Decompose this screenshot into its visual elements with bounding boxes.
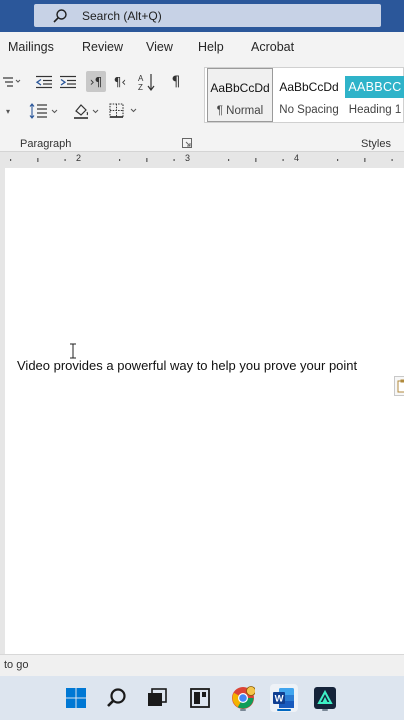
task-view-icon [148,688,167,706]
style-preview: AaBbCcDd [279,80,339,94]
ribbon-tabs: Mailings Review View Help Acrobat [0,32,404,62]
line-spacing-icon [29,103,58,119]
ruler-tick [364,158,366,162]
multilevel-list-button[interactable] [0,72,22,92]
style-name: No Spacing [279,104,339,116]
svg-text:Z: Z [138,83,143,92]
ruler-tick [37,158,39,162]
widgets-icon [190,688,210,708]
multilevel-list-icon [3,77,21,87]
svg-text:W: W [275,694,284,705]
ruler-tick [119,159,121,161]
line-spacing-button[interactable] [28,101,60,121]
style-normal[interactable]: AaBbCcDd ¶ Normal [207,68,273,122]
show-formatting-button[interactable]: ¶ [166,72,186,92]
ruler-tick [282,159,284,161]
right-to-left-icon: ¶‹ [113,75,127,89]
chrome-button[interactable] [229,684,257,712]
borders-button[interactable] [108,101,140,121]
word-button[interactable]: W [270,684,298,712]
search-icon [107,688,126,707]
ruler-ticks [10,158,393,162]
running-indicator [240,709,246,711]
chrome-icon [232,686,255,709]
windows-start-icon [66,688,86,708]
text-cursor-icon [70,343,76,359]
ruler-mark: 3 [185,153,191,163]
status-text: to go [4,659,29,671]
chevron-down-icon: ▾ [5,106,10,116]
horizontal-ruler[interactable]: 2 3 4 [6,152,404,168]
shading-button[interactable] [72,101,102,121]
filmora-icon [314,687,336,709]
styles-gallery: AaBbCcDd ¶ Normal AaBbCcDd No Spacing AA… [204,67,404,123]
paragraph-group-label: Paragraph [20,138,72,150]
decrease-indent-icon [35,75,52,89]
styles-group-label: Styles [361,138,391,150]
increase-indent-icon [60,75,76,89]
style-name: Heading 1 [348,104,402,116]
start-button[interactable] [62,684,90,712]
tab-view[interactable]: View [146,40,173,54]
svg-text:A: A [138,74,144,83]
document-text[interactable]: Video provides a powerful way to help yo… [17,358,357,373]
ruler-tick [64,159,66,161]
ruler-mark: 2 [76,153,82,163]
search-placeholder: Search (Alt+Q) [82,8,162,23]
style-no-spacing[interactable]: AaBbCcDd No Spacing [275,68,343,122]
style-preview: AaBbCcDd [210,81,270,95]
left-to-right-icon: ›¶ [89,74,103,89]
style-heading-1[interactable]: AABBCC Heading 1 [345,68,404,122]
borders-icon [109,103,137,118]
paste-options-icon[interactable] [394,376,404,396]
shading-icon [74,104,99,119]
taskbar-search-button[interactable] [103,684,131,712]
ruler-tick [391,159,393,161]
style-name: ¶ Normal [216,105,264,117]
tab-help[interactable]: Help [198,40,224,54]
sort-icon: A Z [138,74,155,92]
taskbar: W [0,676,404,720]
running-indicator [322,709,328,711]
filmora-button[interactable] [311,684,339,712]
ruler-tick [228,159,230,161]
dialog-launcher-icon[interactable] [182,138,192,148]
ruler-tick [337,159,339,161]
ruler-mark: 4 [294,153,300,163]
decrease-indent-button[interactable] [34,72,54,92]
tab-mailings[interactable]: Mailings [8,40,54,54]
ruler-tick [146,158,148,162]
ribbon: ›¶ ¶‹ A Z ¶ ▾ AaBbCcDd ¶ Normal AaBbCcDd… [0,62,404,152]
task-view-button[interactable] [143,684,171,712]
ruler-tick [10,159,12,161]
increase-indent-button[interactable] [58,72,78,92]
active-indicator [277,709,291,711]
ruler-tick [173,159,175,161]
tab-acrobat[interactable]: Acrobat [251,40,294,54]
title-bar: Search (Alt+Q) [0,0,404,32]
search-icon [53,8,67,23]
word-icon: W [273,688,294,708]
search-box[interactable]: Search (Alt+Q) [34,4,381,27]
tab-review[interactable]: Review [82,40,123,54]
pilcrow-icon: ¶ [171,74,181,90]
widgets-button[interactable] [186,684,214,712]
align-dropdown[interactable]: ▾ [0,102,16,120]
left-to-right-button[interactable]: ›¶ [86,71,106,92]
document-page[interactable]: Video provides a powerful way to help yo… [5,168,404,654]
ruler-tick [255,158,257,162]
right-to-left-button[interactable]: ¶‹ [110,72,130,92]
style-preview: AABBCC [345,76,404,98]
sort-button[interactable]: A Z [136,71,158,93]
status-bar: to go [0,654,404,676]
